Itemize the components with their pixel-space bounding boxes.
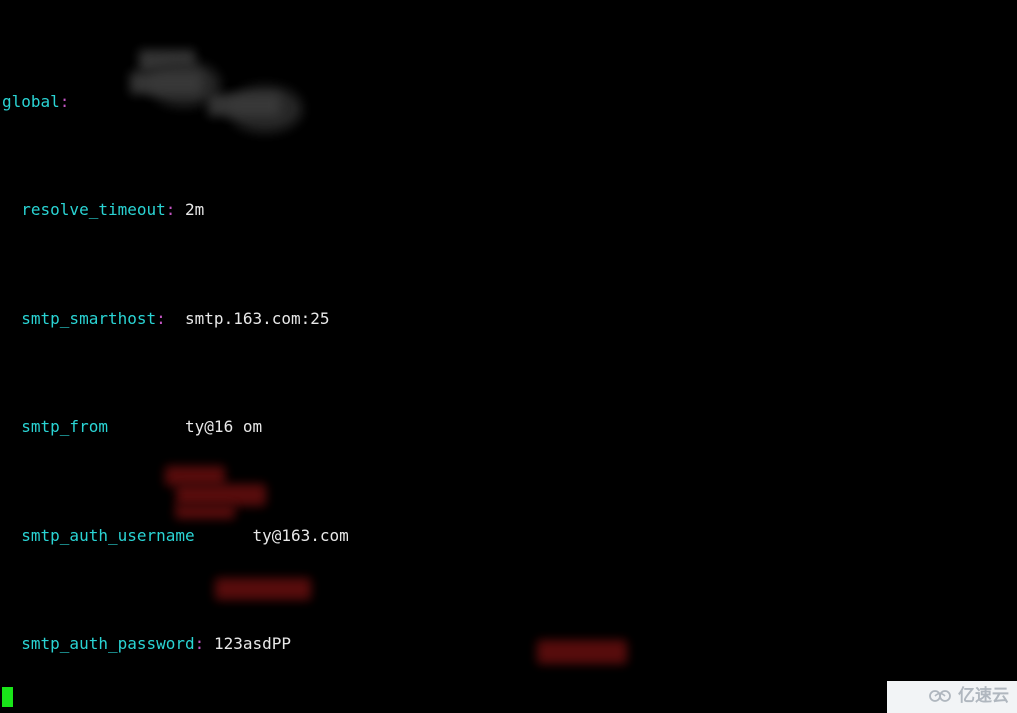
redaction-blur-to-email — [176, 484, 266, 506]
yaml-value-smtp-auth-username: ty@163.com — [252, 525, 349, 545]
yaml-key-resolve-timeout: resolve_timeout — [21, 200, 166, 220]
terminal-cursor — [2, 687, 13, 707]
yaml-value-smtp-smarthost: smtp.163.com:25 — [185, 308, 330, 328]
yaml-value-smtp-from-tail: om — [242, 417, 263, 437]
yaml-key-smtp-from: smtp_from — [21, 417, 108, 437]
yaml-value-smtp-auth-password: 123asdPP — [213, 634, 291, 654]
yaml-key-smtp-auth-username: smtp_auth_username — [21, 525, 195, 545]
yaml-key-global: global — [2, 91, 60, 111]
colon: : — [165, 200, 176, 220]
yaml-code-area[interactable]: global: resolve_timeout: 2m smtp_smartho… — [0, 4, 1017, 713]
watermark-label: 亿速云 — [958, 686, 1009, 706]
yaml-key-smtp-smarthost: smtp_smart — [21, 308, 118, 328]
terminal-window[interactable]: global: resolve_timeout: 2m smtp_smartho… — [0, 0, 1017, 713]
watermark: 亿速云 — [929, 685, 1009, 707]
cloud-icon — [929, 688, 953, 704]
redaction-blur-send-resolved — [175, 505, 235, 519]
redaction-blur-auth-username — [208, 94, 280, 116]
colon: : — [156, 308, 166, 328]
redaction-blur-email-configs — [165, 466, 225, 486]
code-line: resolve_timeout: 2m — [0, 199, 1017, 221]
yaml-value-smtp-from: ty@16 — [185, 417, 234, 437]
code-line: smtp_auth_username ty@163.com — [0, 525, 1017, 547]
colon: : — [59, 91, 70, 111]
code-line: smtp_from ty@16 om — [0, 416, 1017, 438]
redaction-blur-corp-id — [215, 578, 311, 600]
yaml-key-smtp-smarthost-tail: host — [117, 308, 157, 328]
yaml-key-smtp-auth-password: smtp_auth_password — [21, 634, 195, 654]
code-line: smtp_smarthost: smtp.163.com:25 — [0, 308, 1017, 330]
yaml-value-resolve-timeout: 2m — [185, 200, 205, 220]
redaction-blur-api-secret — [537, 640, 627, 664]
redaction-blur-smtp-from — [130, 72, 202, 94]
colon: : — [194, 634, 205, 654]
code-line: smtp_auth_password: 123asdPP — [0, 633, 1017, 655]
